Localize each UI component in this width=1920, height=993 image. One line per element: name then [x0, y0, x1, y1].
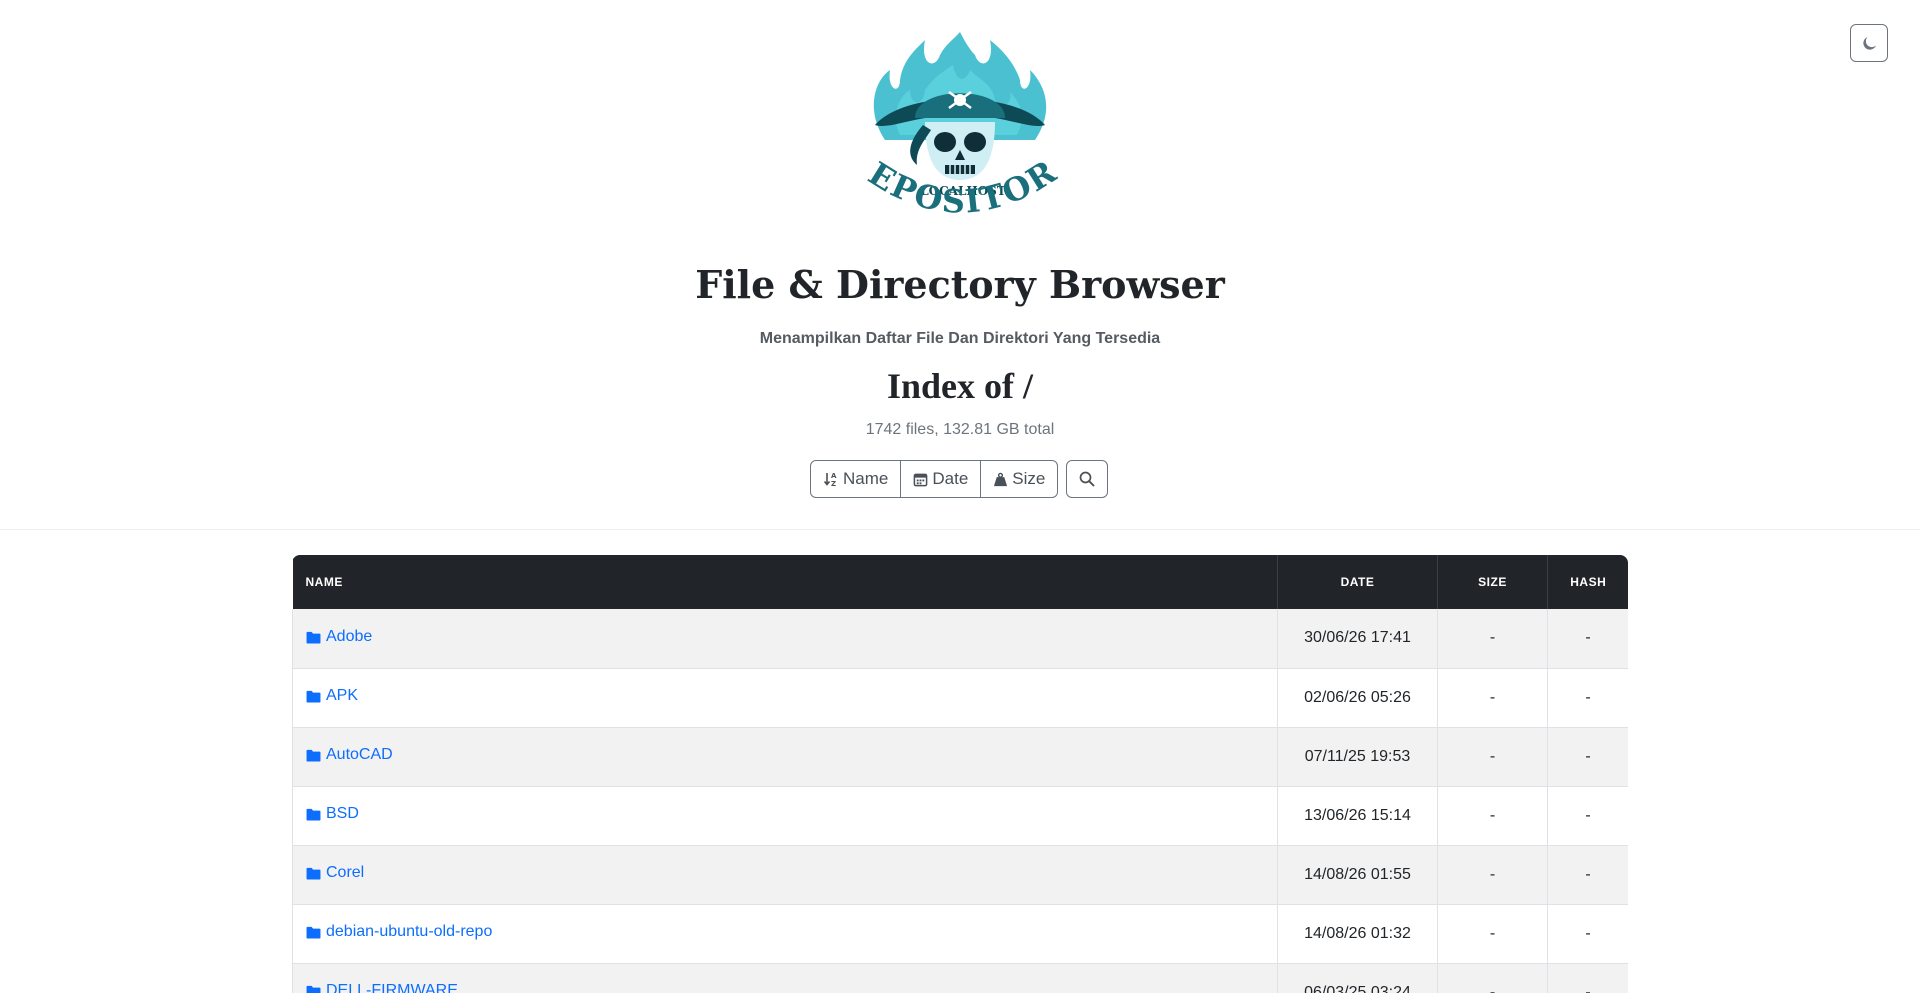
folder-icon [306, 985, 321, 993]
folder-icon [306, 808, 321, 821]
cell-hash: - [1547, 668, 1628, 727]
folder-icon [306, 926, 321, 939]
page-title: File & Directory Browser [695, 262, 1225, 307]
file-table-container: NAME DATE SIZE HASH Adobe 30/06/26 17:41-… [292, 555, 1628, 993]
cell-name: DELL-FIRMWARE [292, 963, 1278, 993]
sort-name-label: Name [843, 469, 889, 488]
folder-name: AutoCAD [326, 746, 393, 764]
cell-hash: - [1547, 786, 1628, 845]
cell-hash: - [1547, 845, 1628, 904]
folder-name: APK [326, 687, 359, 705]
page-subtitle: Menampilkan Daftar File Dan Direktori Ya… [759, 330, 1161, 347]
index-path-title: Index of / [886, 366, 1034, 406]
page-header: LOCALHOST REPOSITORY File & Directory Br… [0, 0, 1920, 530]
table-row: AutoCAD 07/11/25 19:53- - [292, 727, 1628, 786]
cell-date: 14/08/26 01:32 [1277, 904, 1438, 963]
sort-date-label: Date [932, 469, 969, 488]
folder-name: Corel [326, 864, 365, 882]
folder-icon [306, 867, 321, 880]
folder-link[interactable]: BSD [306, 805, 359, 823]
weight-icon [994, 472, 1008, 486]
table-row: debian-ubuntu-old-repo 14/08/26 01:32- - [292, 904, 1628, 963]
folder-link[interactable]: Corel [306, 864, 364, 882]
cell-date: 30/06/26 17:41 [1277, 609, 1438, 668]
svg-text:A: A [831, 472, 837, 480]
table-row: BSD 13/06/26 15:14- - [292, 786, 1628, 845]
file-stats: 1742 files, 132.81 GB total [865, 421, 1055, 438]
cell-date: 14/08/26 01:55 [1277, 845, 1438, 904]
folder-name: DELL-FIRMWARE [326, 982, 458, 993]
folder-icon [306, 690, 321, 703]
cell-date: 02/06/26 05:26 [1277, 668, 1438, 727]
search-button[interactable] [1066, 460, 1109, 498]
search-icon [1080, 471, 1095, 487]
table-header-row: NAME DATE SIZE HASH [292, 555, 1628, 609]
cell-size: - [1437, 963, 1548, 993]
folder-icon [306, 631, 321, 644]
cell-name: APK [292, 668, 1278, 727]
folder-link[interactable]: DELL-FIRMWARE [306, 982, 458, 993]
cell-size: - [1437, 786, 1548, 845]
column-header-date[interactable]: DATE [1277, 555, 1438, 609]
calendar-icon [914, 473, 928, 486]
table-row: APK 02/06/26 05:26- - [292, 668, 1628, 727]
sort-button-group: A Z Name Date Size [810, 460, 1059, 498]
sort-controls: A Z Name Date Size [810, 460, 1109, 498]
cell-date: 07/11/25 19:53 [1277, 727, 1438, 786]
cell-name: Corel [292, 845, 1278, 904]
cell-size: - [1437, 727, 1548, 786]
sort-size-label: Size [1012, 469, 1046, 488]
pirate-skull-logo: LOCALHOST REPOSITORY [845, 30, 1061, 221]
sort-by-size-button[interactable]: Size [980, 460, 1059, 498]
folder-name: debian-ubuntu-old-repo [326, 923, 493, 941]
cell-hash: - [1547, 727, 1628, 786]
table-row: Corel 14/08/26 01:55- - [292, 845, 1628, 904]
cell-hash: - [1547, 963, 1628, 993]
cell-size: - [1437, 609, 1548, 668]
folder-link[interactable]: APK [306, 687, 358, 705]
table-row: Adobe 30/06/26 17:41- - [292, 609, 1628, 668]
column-header-size[interactable]: SIZE [1437, 555, 1548, 609]
folder-icon [306, 749, 321, 762]
folder-link[interactable]: AutoCAD [306, 746, 393, 764]
folder-name: Adobe [326, 628, 373, 645]
svg-text:Z: Z [831, 480, 836, 487]
file-table: NAME DATE SIZE HASH Adobe 30/06/26 17:41-… [292, 555, 1628, 993]
cell-name: AutoCAD [292, 727, 1278, 786]
column-header-hash: HASH [1570, 575, 1607, 589]
sort-by-date-button[interactable]: Date [900, 460, 982, 498]
cell-hash: - [1547, 609, 1628, 668]
cell-hash: - [1547, 904, 1628, 963]
table-row: DELL-FIRMWARE 06/03/25 03:24- - [292, 963, 1628, 993]
sort-alpha-icon: A Z [823, 472, 837, 487]
cell-date: 13/06/26 15:14 [1277, 786, 1438, 845]
folder-link[interactable]: Adobe [306, 628, 372, 646]
cell-size: - [1437, 904, 1548, 963]
folder-name: BSD [326, 805, 359, 823]
cell-date: 06/03/25 03:24 [1277, 963, 1438, 993]
cell-name: BSD [292, 786, 1278, 845]
cell-size: - [1437, 845, 1548, 904]
cell-name: Adobe [292, 609, 1278, 668]
folder-link[interactable]: debian-ubuntu-old-repo [306, 923, 492, 941]
cell-name: debian-ubuntu-old-repo [292, 904, 1278, 963]
sort-by-name-button[interactable]: A Z Name [810, 460, 902, 498]
cell-size: - [1437, 668, 1548, 727]
column-header-name[interactable]: NAME [292, 555, 1278, 609]
